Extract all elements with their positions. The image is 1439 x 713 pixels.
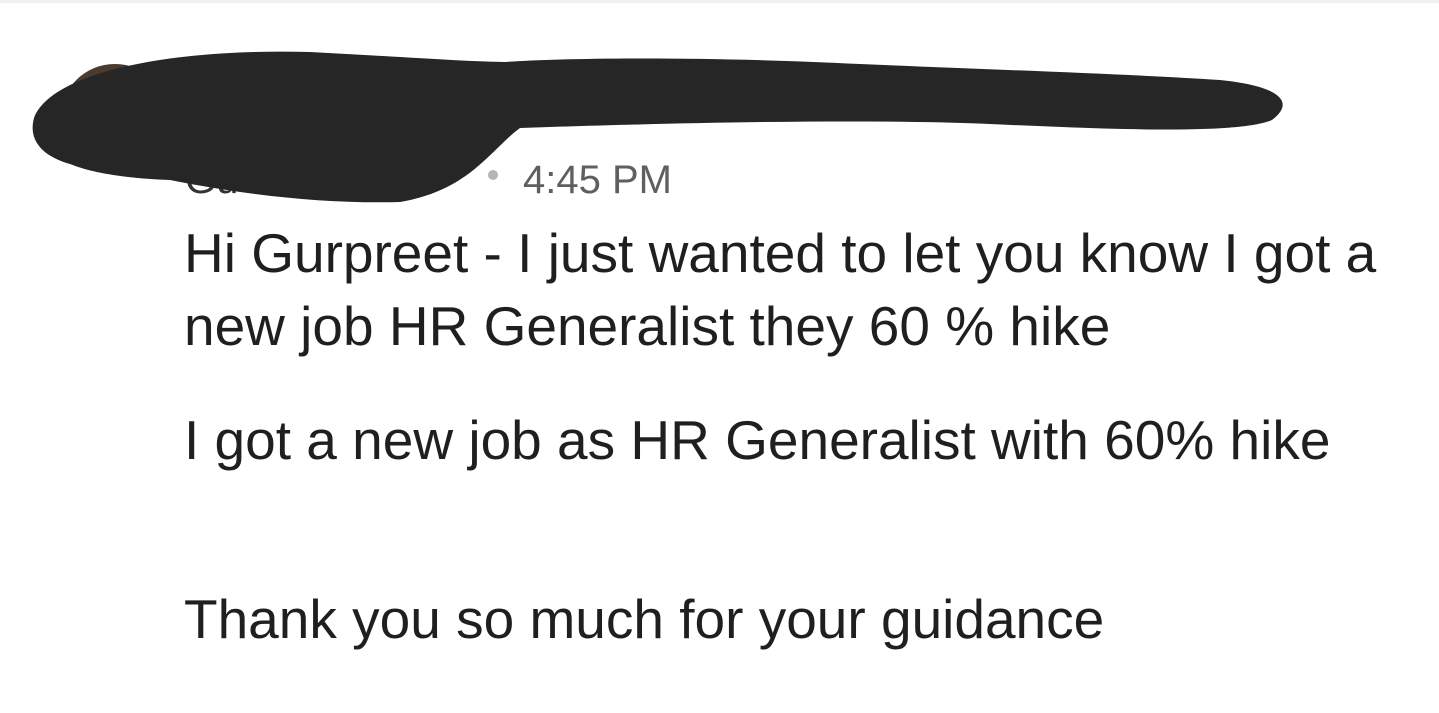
message-paragraph-2: I got a new job as HR Generalist with 60… [184, 409, 1331, 471]
message-paragraph-1: Hi Gurpreet - I just wanted to let you k… [184, 222, 1377, 357]
chat-message: Gu 4:45 PM Hi Gurpreet - I just wanted t… [0, 0, 1439, 713]
message-paragraph-3: Thank you so much for your guidance [184, 588, 1105, 650]
avatar-badge-icon [76, 158, 96, 174]
sender-name[interactable]: Gu [185, 160, 238, 200]
sender-avatar[interactable] [60, 64, 170, 174]
message-timestamp: 4:45 PM [523, 158, 672, 202]
separator-dot [488, 170, 498, 180]
